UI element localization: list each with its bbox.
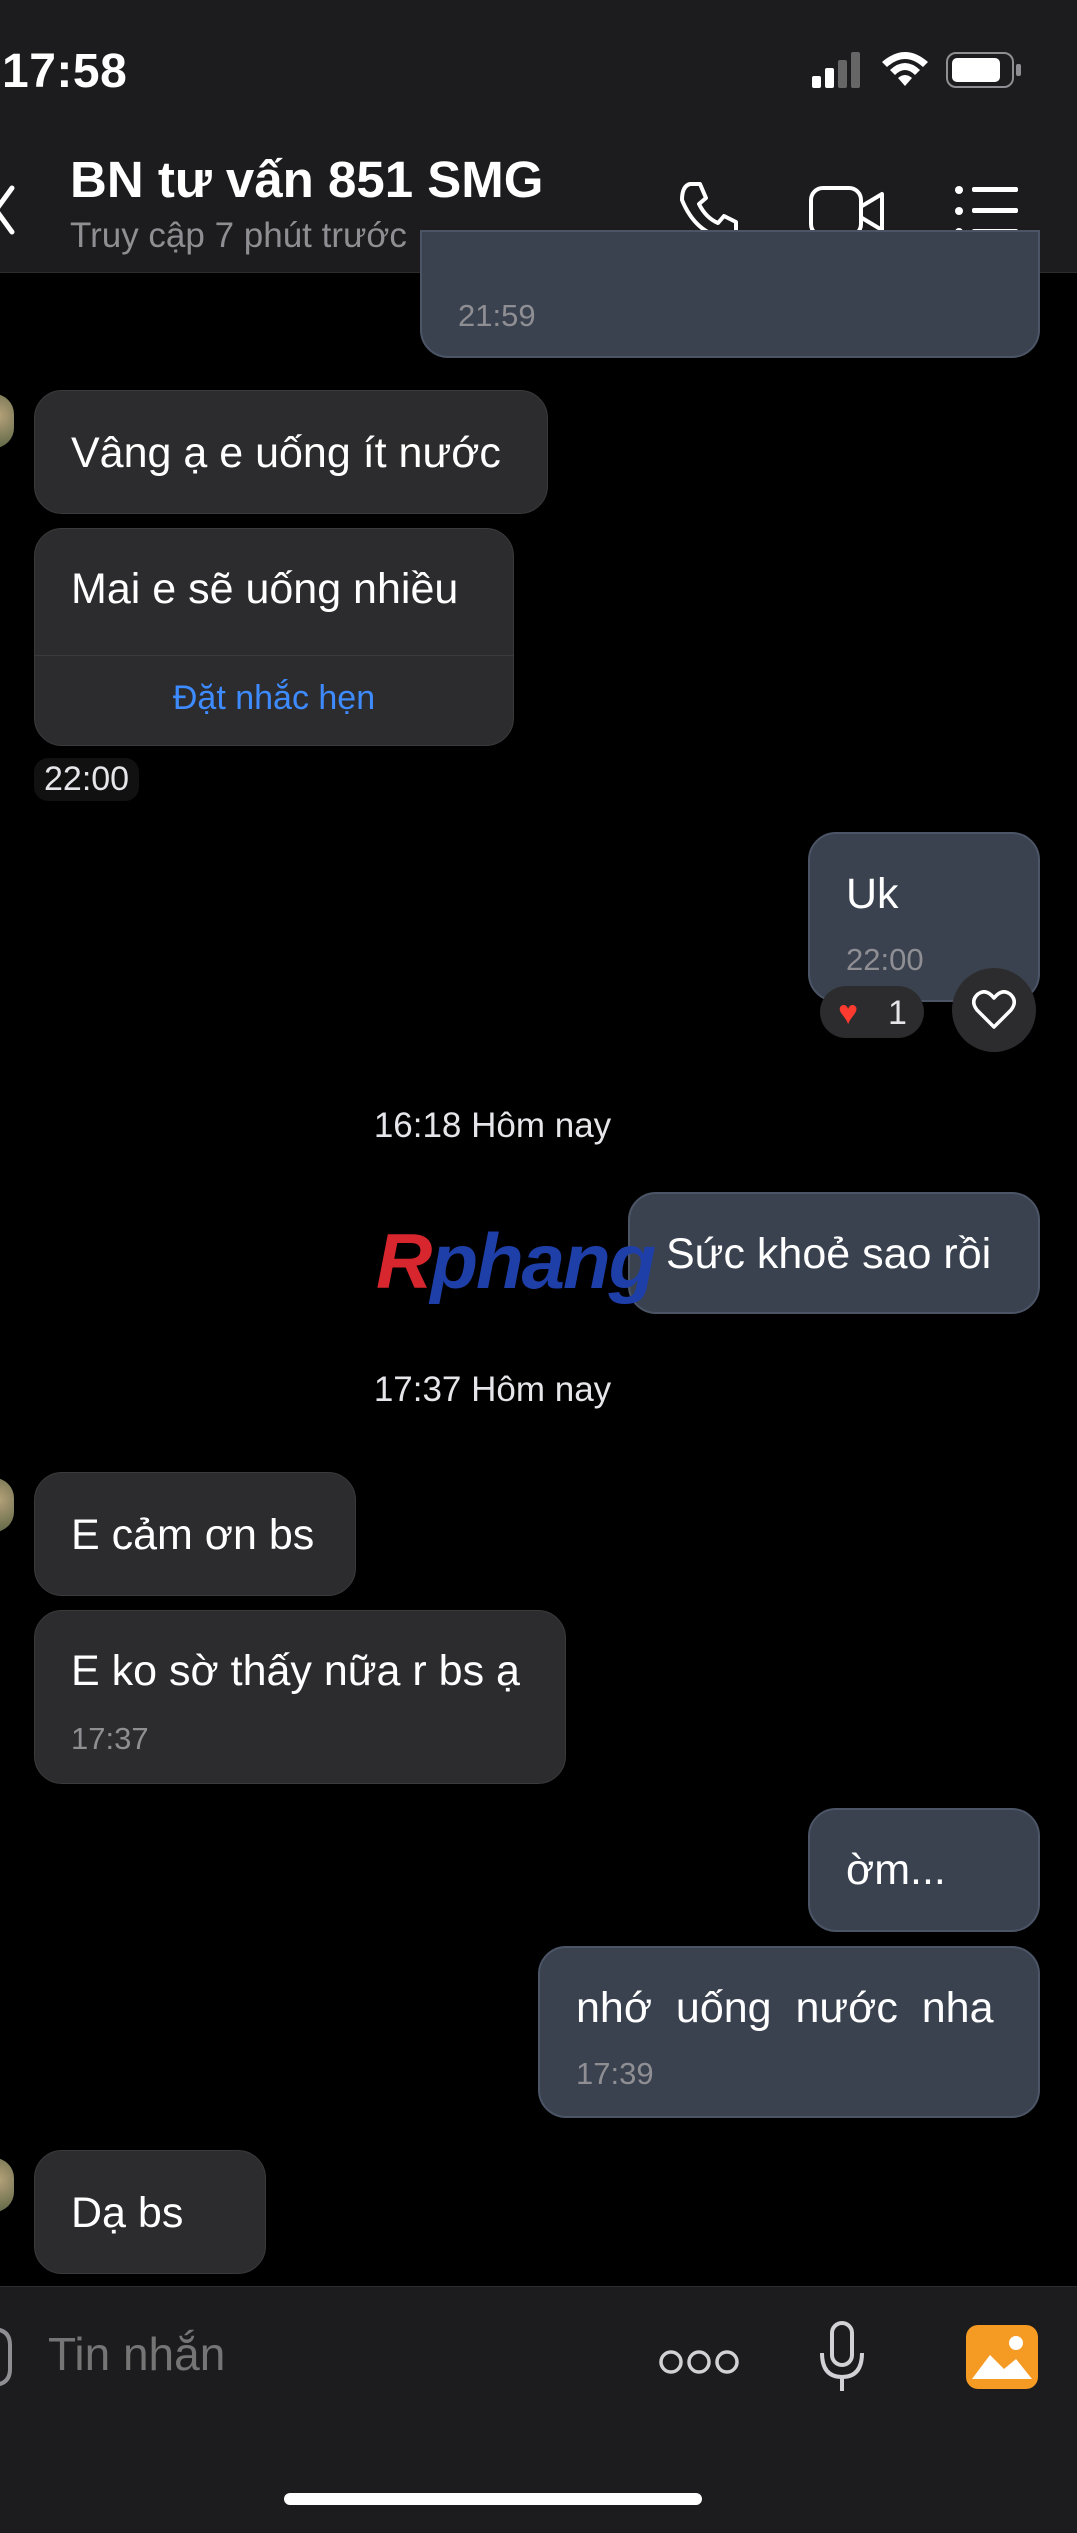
home-indicator [284, 2493, 702, 2505]
message-text: E ko sờ thấy nữa r bs ạ [71, 1647, 520, 1695]
message-time: 22:00 [846, 942, 924, 977]
last-seen-status: Truy cập 7 phút trước [70, 216, 407, 255]
reaction-count: 1 [888, 994, 907, 1032]
message-text: Vâng ạ e uống ít nước [71, 429, 501, 477]
contact-avatar[interactable] [0, 2158, 14, 2212]
message-text: nhớ uống nước nha [576, 1984, 994, 2032]
outgoing-message[interactable]: 21:59 [420, 230, 1040, 358]
heart-outline-icon [972, 990, 1016, 1029]
battery-icon [946, 52, 1021, 88]
message-time: 21:59 [458, 298, 536, 333]
more-icon[interactable] [658, 2349, 740, 2375]
message-text: Mai e sẽ uống nhiều [71, 565, 459, 613]
message-text: Dạ bs [71, 2189, 184, 2237]
message-text: ờm... [846, 1846, 946, 1894]
status-time: 17:58 [2, 45, 128, 98]
wifi-icon [882, 52, 928, 86]
message-input[interactable] [48, 2327, 608, 2381]
react-button[interactable] [952, 968, 1036, 1052]
outgoing-message[interactable]: nhớ uống nước nha 17:39 [538, 1946, 1040, 2118]
contact-avatar[interactable] [0, 1478, 14, 1532]
chat-title[interactable]: BN tư vấn 851 SMG [70, 150, 543, 210]
message-composer [0, 2286, 1077, 2533]
date-separator: 16:18 Hôm nay [373, 1106, 612, 1145]
message-text: Uk [846, 870, 899, 918]
sticker-icon[interactable] [0, 2325, 14, 2389]
message-text: E cảm ơn bs [71, 1511, 315, 1559]
image-icon[interactable] [964, 2323, 1040, 2391]
outgoing-message[interactable]: Sức khoẻ sao rồi [628, 1192, 1040, 1314]
message-text: Sức khoẻ sao rồi [666, 1230, 992, 1278]
back-chevron-icon[interactable] [0, 180, 16, 240]
outgoing-message[interactable]: ờm... [808, 1808, 1040, 1932]
cellular-signal-icon [812, 52, 860, 88]
status-bar: 17:58 [0, 0, 1077, 150]
divider [35, 655, 513, 656]
heart-reaction-icon: ♥ [838, 994, 859, 1032]
set-reminder-link[interactable]: Đặt nhắc hẹn [35, 679, 513, 718]
date-separator: 17:37 Hôm nay [373, 1370, 612, 1409]
incoming-message[interactable]: Dạ bs [34, 2150, 266, 2274]
message-time: 22:00 [34, 758, 140, 801]
incoming-message[interactable]: E ko sờ thấy nữa r bs ạ 17:37 [34, 1610, 566, 1784]
incoming-message[interactable]: E cảm ơn bs [34, 1472, 356, 1596]
watermark-logo: Rphang [376, 1217, 656, 1305]
incoming-message[interactable]: Mai e sẽ uống nhiều Đặt nhắc hẹn [34, 528, 514, 746]
microphone-icon[interactable] [818, 2321, 866, 2395]
incoming-message[interactable]: Vâng ạ e uống ít nước [34, 390, 548, 514]
reaction-summary[interactable]: ♥ 1 [820, 986, 924, 1038]
contact-avatar[interactable] [0, 394, 14, 448]
message-time: 17:39 [576, 2056, 654, 2091]
message-time: 17:37 [71, 1721, 149, 1756]
